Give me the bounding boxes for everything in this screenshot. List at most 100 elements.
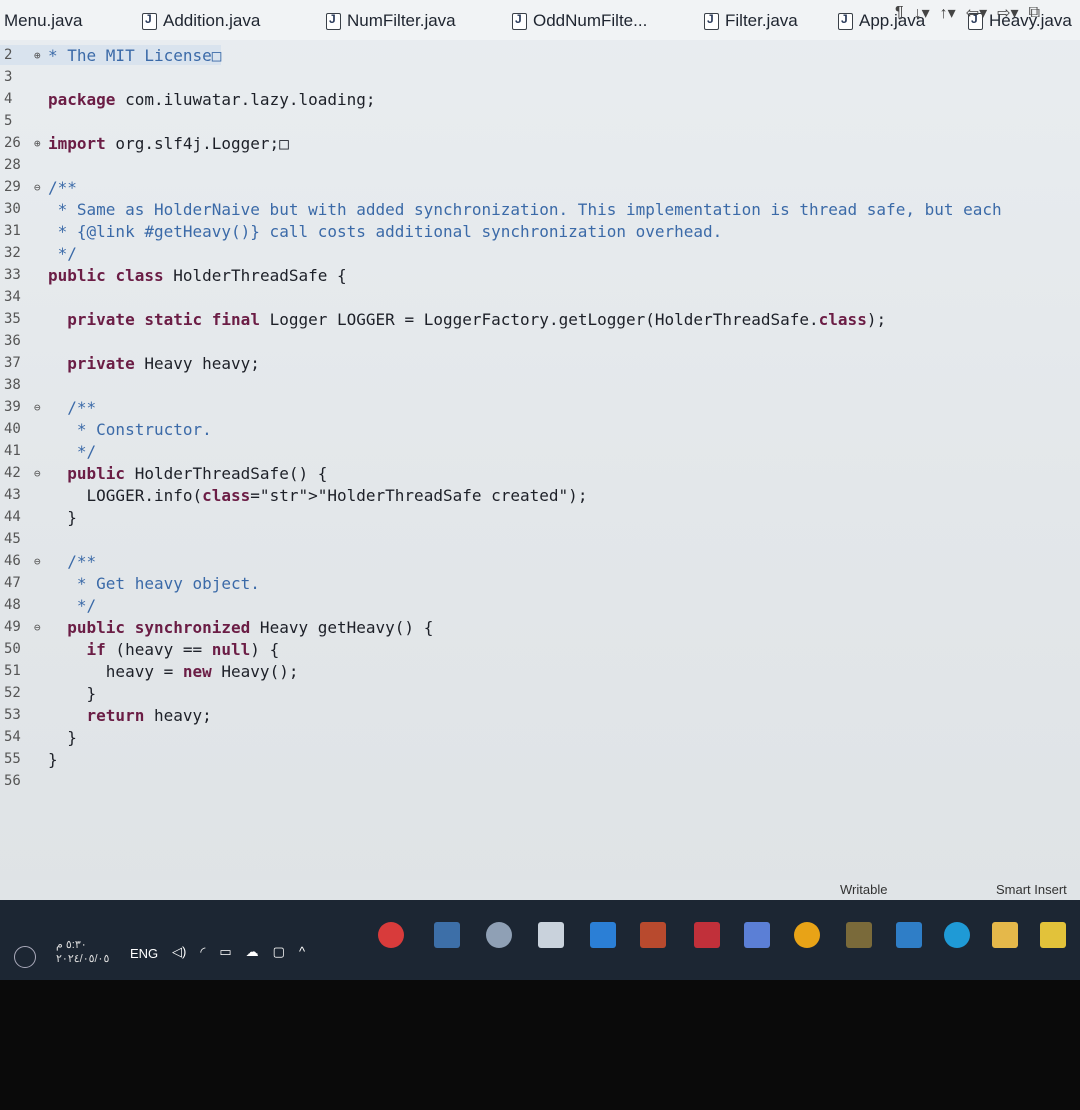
code-line[interactable]: 30 * Same as HolderNaive but with added … bbox=[0, 199, 1002, 219]
code-line[interactable]: 36 bbox=[0, 331, 48, 351]
code-line[interactable]: 46 ⊖ /** bbox=[0, 551, 96, 571]
code-text: * Constructor. bbox=[48, 419, 212, 439]
code-text: return heavy; bbox=[86, 705, 212, 725]
fold-toggle-icon[interactable]: ⊖ bbox=[34, 555, 48, 568]
next-annotation-icon[interactable]: ↓▾ bbox=[914, 3, 930, 23]
java-file-icon bbox=[838, 12, 853, 30]
tab-label: Menu.java bbox=[4, 11, 83, 30]
notification-icon[interactable] bbox=[14, 946, 36, 968]
tab-label: Filter.java bbox=[725, 11, 798, 30]
code-line[interactable]: 5 bbox=[0, 111, 48, 131]
code-line[interactable]: 39 ⊖ /** bbox=[0, 397, 96, 417]
tab-oddnumfilter-java[interactable]: OddNumFilte... bbox=[512, 8, 647, 34]
photos-icon[interactable] bbox=[434, 922, 460, 948]
chevron-up-icon[interactable]: ^ bbox=[299, 944, 305, 960]
line-number: 28 bbox=[4, 157, 21, 173]
eclipse-window: Menu.java Addition.java NumFilter.java O… bbox=[0, 0, 1080, 900]
code-line[interactable]: 42 ⊖ public HolderThreadSafe() { bbox=[0, 463, 327, 483]
code-text: } bbox=[48, 749, 58, 769]
folder-icon[interactable] bbox=[1040, 922, 1066, 948]
code-line[interactable]: 29 ⊖/** bbox=[0, 177, 77, 197]
code-text: private Heavy heavy; bbox=[67, 353, 260, 373]
code-text: * {@link #getHeavy()} call costs additio… bbox=[48, 221, 723, 241]
code-text: import org.slf4j.Logger;□ bbox=[48, 133, 289, 153]
tab-addition-java[interactable]: Addition.java bbox=[142, 8, 260, 34]
code-line[interactable]: 28 bbox=[0, 155, 48, 175]
language-indicator[interactable]: ENG bbox=[130, 946, 158, 961]
line-number: 33 bbox=[4, 267, 21, 283]
code-line[interactable]: 3 bbox=[0, 67, 48, 87]
code-line[interactable]: 4 package com.iluwatar.lazy.loading; bbox=[0, 89, 376, 109]
volume-icon[interactable]: ◁) bbox=[172, 944, 186, 960]
code-text: /** bbox=[48, 177, 77, 197]
pin-editor-icon[interactable]: ⧉ bbox=[1029, 4, 1040, 22]
fold-toggle-icon[interactable]: ⊖ bbox=[34, 467, 48, 480]
code-line[interactable]: 38 bbox=[0, 375, 48, 395]
code-line[interactable]: 44 } bbox=[0, 507, 77, 527]
app-icon-brown[interactable] bbox=[846, 922, 872, 948]
line-number: 46 bbox=[4, 553, 21, 569]
tab-numfilter-java[interactable]: NumFilter.java bbox=[326, 8, 456, 34]
code-line[interactable]: 2 ⊕ * The MIT License□ bbox=[0, 45, 222, 65]
line-number: 4 bbox=[4, 91, 13, 107]
code-text: private static final Logger LOGGER = Log… bbox=[67, 309, 887, 329]
forward-icon[interactable]: ⇨▾ bbox=[997, 3, 1018, 23]
line-number: 43 bbox=[4, 487, 21, 503]
fold-toggle-icon[interactable]: ⊖ bbox=[34, 401, 48, 414]
code-line[interactable]: 47 * Get heavy object. bbox=[0, 573, 260, 593]
chrome-icon[interactable] bbox=[794, 922, 820, 948]
edge-icon[interactable] bbox=[944, 922, 970, 948]
status-bar: Writable Smart Insert bbox=[0, 880, 1080, 900]
date-text: ٢٠٢٤/٠٥/٠٥ bbox=[56, 953, 110, 965]
code-line[interactable]: 43 LOGGER.info(class="str">"HolderThread… bbox=[0, 485, 587, 505]
tab-filter-java[interactable]: Filter.java bbox=[704, 8, 798, 34]
line-number: 35 bbox=[4, 311, 21, 327]
code-line[interactable]: 45 bbox=[0, 529, 48, 549]
pilcrow-icon[interactable]: ¶ bbox=[895, 4, 904, 22]
file-explorer-icon[interactable] bbox=[538, 922, 564, 948]
code-line[interactable]: 55} bbox=[0, 749, 58, 769]
tab-menu-java[interactable]: Menu.java bbox=[4, 8, 82, 34]
code-line[interactable]: 50 if (heavy == null) { bbox=[0, 639, 279, 659]
code-editor[interactable]: 2 ⊕ * The MIT License□ 3 4 package com.iluwat… bbox=[0, 40, 1080, 880]
code-line[interactable]: 37 private Heavy heavy; bbox=[0, 353, 260, 373]
code-line[interactable]: 34 bbox=[0, 287, 48, 307]
code-line[interactable]: 31 * {@link #getHeavy()} call costs addi… bbox=[0, 221, 722, 241]
code-line[interactable]: 41 */ bbox=[0, 441, 96, 461]
code-text: /** bbox=[48, 397, 97, 417]
meet-icon[interactable]: ▢ bbox=[273, 944, 285, 960]
line-number: 45 bbox=[4, 531, 21, 547]
cloud-icon[interactable]: ☁ bbox=[246, 944, 259, 960]
code-line[interactable]: 40 * Constructor. bbox=[0, 419, 212, 439]
code-line[interactable]: 56 bbox=[0, 771, 48, 791]
code-line[interactable]: 51 heavy = new Heavy(); bbox=[0, 661, 298, 681]
app-icon-orange[interactable] bbox=[640, 922, 666, 948]
code-line[interactable]: 49 ⊖ public synchronized Heavy getHeavy()… bbox=[0, 617, 433, 637]
wifi-icon[interactable]: ◜ bbox=[200, 944, 205, 960]
code-line[interactable]: 53 return heavy; bbox=[0, 705, 212, 725]
code-line[interactable]: 32 */ bbox=[0, 243, 77, 263]
app-icon-red-square[interactable] bbox=[694, 922, 720, 948]
code-line[interactable]: 52 } bbox=[0, 683, 96, 703]
code-line[interactable]: 26 ⊕ import org.slf4j.Logger;□ bbox=[0, 133, 289, 153]
fold-toggle-icon[interactable]: ⊕ bbox=[34, 49, 48, 62]
app-icon-blue[interactable] bbox=[744, 922, 770, 948]
mail-icon[interactable] bbox=[896, 922, 922, 948]
code-line[interactable]: 35 private static final Logger LOGGER = … bbox=[0, 309, 886, 329]
battery-icon[interactable]: ▭ bbox=[219, 944, 231, 960]
fold-toggle-icon[interactable]: ⊕ bbox=[34, 137, 48, 150]
line-number: 34 bbox=[4, 289, 21, 305]
app-icon-grey[interactable] bbox=[486, 922, 512, 948]
store-icon[interactable] bbox=[992, 922, 1018, 948]
code-line[interactable]: 33 public class HolderThreadSafe { bbox=[0, 265, 347, 285]
prev-annotation-icon[interactable]: ↑▾ bbox=[940, 3, 956, 23]
line-number: 51 bbox=[4, 663, 21, 679]
app-icon-red[interactable] bbox=[378, 922, 404, 948]
visual-studio-icon[interactable] bbox=[590, 922, 616, 948]
code-line[interactable]: 48 */ bbox=[0, 595, 96, 615]
fold-toggle-icon[interactable]: ⊖ bbox=[34, 181, 48, 194]
code-line[interactable]: 54 } bbox=[0, 727, 77, 747]
fold-toggle-icon[interactable]: ⊖ bbox=[34, 621, 48, 634]
clock[interactable]: ٥:٣٠ م ٢٠٢٤/٠٥/٠٥ bbox=[56, 938, 109, 966]
back-icon[interactable]: ⇦▾ bbox=[966, 3, 987, 23]
